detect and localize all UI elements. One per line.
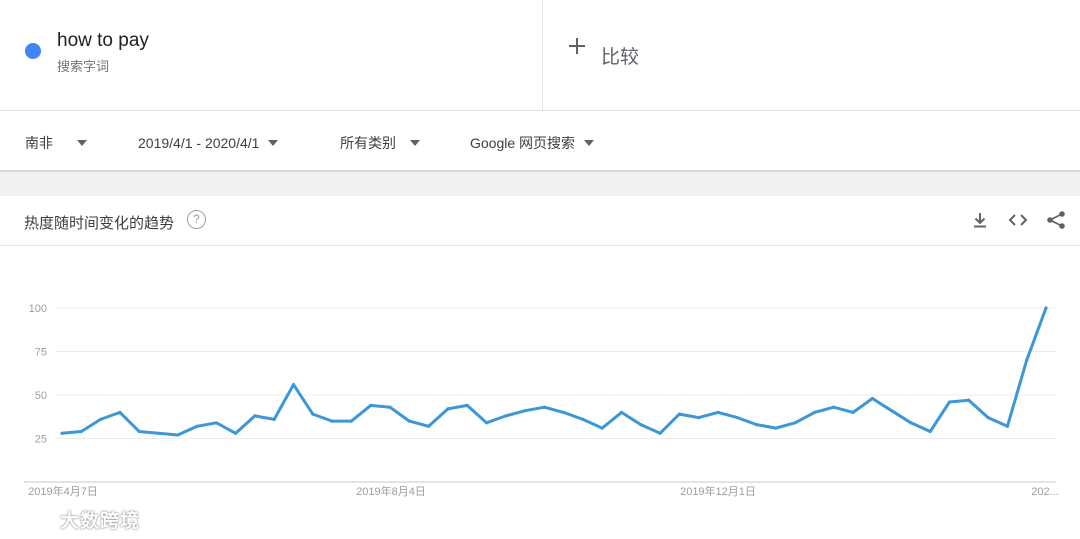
data-point — [619, 410, 624, 414]
data-point — [60, 431, 64, 435]
date-range-value: 2019/4/1 - 2020/4/1 — [138, 135, 260, 151]
data-point — [542, 405, 547, 409]
y-tick-label: 100 — [29, 303, 47, 315]
chevron-down-icon — [410, 140, 420, 146]
data-point — [793, 421, 797, 425]
data-point — [79, 429, 83, 434]
data-point — [677, 412, 682, 416]
card-title: 热度随时间变化的趋势 — [24, 215, 175, 232]
data-point — [947, 400, 952, 404]
search-terms-bar: how to pay 搜索字词 比较 — [0, 0, 1080, 111]
data-point — [504, 414, 508, 418]
y-tick-label: 75 — [35, 347, 47, 359]
compare-label: 比较 — [601, 47, 640, 68]
data-point — [407, 419, 411, 423]
data-point — [774, 426, 778, 430]
data-point — [928, 429, 932, 434]
data-point — [118, 410, 122, 414]
share-icon[interactable] — [1045, 209, 1067, 231]
data-point — [1044, 306, 1048, 310]
region-dropdown[interactable]: 南非 — [25, 133, 87, 153]
x-tick-label: 2019年12月1日 — [680, 484, 756, 498]
data-point — [349, 419, 353, 423]
data-point — [311, 412, 315, 416]
data-point — [600, 426, 604, 430]
data-point — [851, 410, 855, 414]
data-point — [909, 421, 913, 425]
data-point — [465, 403, 469, 407]
term-color-dot — [25, 43, 41, 59]
data-point — [562, 410, 566, 414]
embed-code-icon[interactable] — [1007, 209, 1029, 231]
region-value: 南非 — [25, 135, 53, 151]
y-tick-label: 50 — [35, 390, 47, 402]
data-point — [812, 410, 817, 414]
data-point — [253, 414, 257, 418]
compare-button[interactable]: 比较 — [543, 0, 1080, 111]
filter-bar: 南非 2019/4/1 - 2020/4/1 所有类别 Google 网页搜索 — [0, 111, 1080, 172]
data-point — [272, 417, 276, 421]
y-tick-label: 25 — [35, 434, 47, 446]
data-point — [176, 433, 180, 437]
data-point — [832, 405, 836, 409]
data-point — [1005, 424, 1010, 428]
chevron-down-icon — [77, 140, 87, 146]
category-dropdown[interactable]: 所有类别 — [340, 133, 420, 153]
date-range-dropdown[interactable]: 2019/4/1 - 2020/4/1 — [138, 133, 279, 153]
data-point — [523, 409, 527, 413]
data-point — [156, 431, 161, 435]
series-line — [60, 306, 1048, 437]
data-point — [484, 421, 489, 425]
search-type-dropdown[interactable]: Google 网页搜索 — [470, 133, 595, 153]
data-point — [330, 419, 334, 423]
watermark: 大数跨境 — [8, 506, 140, 533]
data-point — [388, 405, 392, 409]
search-term-card[interactable]: how to pay 搜索字词 — [0, 0, 543, 111]
download-icon[interactable] — [969, 209, 991, 231]
data-point — [697, 416, 701, 420]
chevron-down-icon — [584, 140, 595, 146]
card-header: 热度随时间变化的趋势 ? — [0, 196, 1080, 246]
data-point — [137, 429, 141, 434]
x-tick-label: 2019年4月7日 — [28, 484, 98, 498]
data-point — [427, 424, 431, 428]
data-point — [735, 416, 739, 420]
chevron-down-icon — [268, 140, 279, 146]
x-tick-label: 202... — [1031, 486, 1059, 498]
question-circle-icon[interactable]: ? — [187, 210, 206, 229]
search-term-type: 搜索字词 — [57, 59, 110, 74]
interest-line-chart: 25 50 75 100 2019年4月7日 2019年8月4日 2019年12月1日 202… — [24, 303, 1059, 498]
watermark-text: 大数跨境 — [60, 511, 141, 532]
data-point — [639, 423, 643, 427]
search-term-name[interactable]: how to pay — [57, 30, 149, 52]
data-point — [967, 398, 971, 402]
data-point — [986, 416, 990, 420]
x-tick-label: 2019年8月4日 — [356, 484, 426, 498]
data-point — [446, 407, 450, 411]
data-point — [291, 383, 296, 387]
search-type-value: Google 网页搜索 — [470, 135, 576, 151]
plus-icon — [568, 37, 586, 55]
data-point — [658, 431, 662, 435]
data-point — [1025, 358, 1029, 362]
category-value: 所有类别 — [340, 135, 396, 151]
data-point — [195, 424, 199, 428]
data-point — [369, 403, 373, 407]
data-point — [214, 421, 218, 425]
data-point — [716, 410, 720, 414]
data-point — [234, 431, 238, 435]
data-point — [890, 409, 894, 413]
watermark-logo-icon — [9, 510, 51, 529]
data-point — [99, 417, 103, 421]
data-point — [581, 417, 585, 421]
data-point — [755, 423, 759, 427]
data-point — [870, 396, 875, 401]
